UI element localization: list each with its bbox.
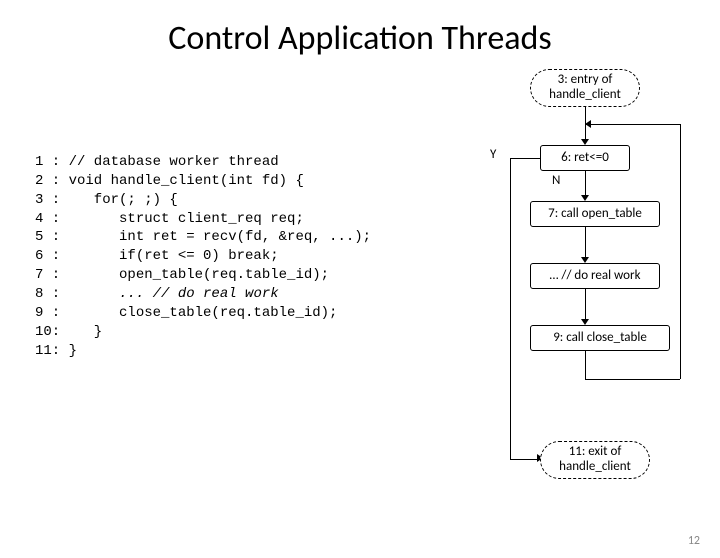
slide-title: Control Application Threads	[0, 18, 720, 59]
code-line-7: 7 : open_table(req.table_id);	[35, 267, 329, 283]
arrow-open-work	[585, 227, 586, 257]
label-y: Y	[490, 147, 496, 162]
code-line-9: 9 : close_table(req.table_id);	[35, 305, 337, 321]
arrow-y-h2	[510, 459, 540, 460]
arrow-loop-v2	[680, 124, 681, 379]
arrow-ret-open	[585, 171, 586, 195]
slide-content: 1 : // database worker thread 2 : void h…	[0, 69, 720, 509]
arrow-loop-h2	[585, 124, 680, 125]
page-number: 12	[688, 534, 700, 548]
arrowhead-loop	[585, 120, 591, 128]
node-close: 9: call close_table	[530, 325, 670, 351]
arrow-loop-h1	[585, 379, 680, 380]
code-line-8a: 8 :	[35, 286, 119, 302]
code-listing: 1 : // database worker thread 2 : void h…	[35, 134, 371, 361]
label-n: N	[552, 173, 560, 188]
arrow-y-v	[510, 158, 511, 459]
node-exit: 11: exit of handle_client	[540, 441, 650, 479]
code-line-6: 6 : if(ret <= 0) break;	[35, 248, 279, 264]
node-ret: 6: ret<=0	[540, 145, 630, 171]
code-line-4: 4 : struct client_req req;	[35, 211, 304, 227]
code-line-10: 10: }	[35, 324, 102, 340]
node-entry: 3: entry of handle_client	[530, 69, 640, 107]
flowchart: 3: entry of handle_client 6: ret<=0 Y N …	[440, 69, 700, 509]
arrow-y-h1	[510, 158, 540, 159]
code-line-3: 3 : for(; ;) {	[35, 192, 178, 208]
code-line-11: 11: }	[35, 343, 77, 359]
node-work: … // do real work	[530, 263, 660, 289]
arrow-loop-v1	[585, 351, 586, 379]
node-open: 7: call open_table	[530, 201, 660, 227]
arrow-work-close	[585, 289, 586, 319]
code-line-1: 1 : // database worker thread	[35, 154, 279, 170]
code-line-8b: ... // do real work	[119, 286, 279, 302]
code-line-2: 2 : void handle_client(int fd) {	[35, 173, 304, 189]
code-line-5: 5 : int ret = recv(fd, &req, ...);	[35, 229, 371, 245]
